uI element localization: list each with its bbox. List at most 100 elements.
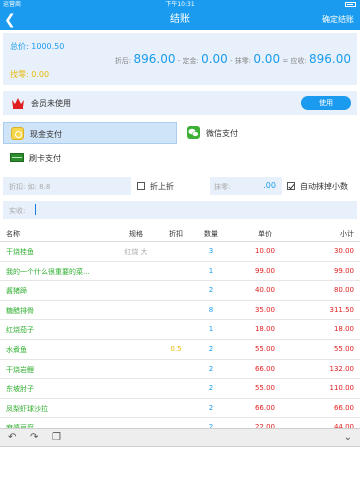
- row-qty: 3: [208, 247, 214, 255]
- table-row[interactable]: 凤梨虾球沙拉 2 66.00 66.00: [0, 399, 360, 419]
- row-name: 水煮鱼: [6, 345, 27, 354]
- row-qty: 2: [208, 364, 214, 373]
- row-qty: 1: [208, 325, 214, 334]
- undo-icon[interactable]: ↶: [8, 432, 16, 443]
- cash-icon: [11, 127, 24, 140]
- row-qty: 2: [208, 344, 214, 353]
- row-name: 干烧岩鲤: [6, 365, 34, 374]
- row-name: 我的一个什么很重要的菜...: [6, 267, 90, 276]
- nav-bar: ❮ 结账 确定结账: [0, 10, 360, 30]
- wipe-input-label: 抹零:: [214, 183, 231, 191]
- paid-amount-input[interactable]: 实收:: [3, 201, 357, 219]
- row-price: 18.00: [254, 325, 276, 334]
- row-price: 99.00: [254, 266, 276, 275]
- header-discount: 折扣: [169, 230, 183, 238]
- row-name: 酱猪蹄: [6, 287, 27, 296]
- row-subtotal: 311.50: [329, 305, 355, 314]
- change-amount: 找零: 0.00: [10, 70, 50, 79]
- row-price: 40.00: [254, 286, 276, 295]
- pay-wechat-label: 微信支付: [206, 129, 238, 138]
- row-subtotal: 80.00: [333, 286, 354, 295]
- discount-placeholder: 折扣: 如: 8.8: [9, 183, 51, 191]
- dismiss-keyboard-icon[interactable]: ⌄: [344, 432, 352, 443]
- row-discount: 0.5: [170, 344, 182, 353]
- row-subtotal: 66.00: [333, 403, 354, 412]
- table-row[interactable]: 干烧桂鱼 红烧 大 3 10.00 30.00: [0, 242, 360, 262]
- row-name: 糖醋排骨: [6, 306, 34, 315]
- wipe-value: 0.00: [253, 52, 281, 66]
- header-qty: 数量: [204, 230, 218, 238]
- row-qty: 2: [208, 286, 214, 295]
- table-row[interactable]: 东坡肘子 2 55.00 110.00: [0, 379, 360, 399]
- row-subtotal: 99.00: [333, 266, 354, 275]
- pay-cash-option[interactable]: 现金支付: [3, 122, 177, 144]
- row-subtotal: 30.00: [333, 247, 354, 255]
- table-row[interactable]: 水煮鱼 0.5 2 55.00 55.00: [0, 340, 360, 360]
- row-qty: 2: [208, 384, 214, 393]
- header-spec: 规格: [129, 230, 143, 238]
- clock: 下午10:31: [165, 1, 195, 8]
- compound-discount-checkbox[interactable]: [137, 182, 145, 190]
- paste-icon[interactable]: ❐: [52, 432, 61, 443]
- deposit-label: - 定金:: [177, 57, 199, 65]
- row-price: 55.00: [254, 384, 276, 393]
- row-price: 10.00: [254, 247, 276, 255]
- amount-formula: 折后: 896.00 - 定金: 0.00 - 抹零: 0.00 = 应收: 8…: [115, 52, 351, 66]
- card-icon: [10, 153, 24, 162]
- due-label: = 应收:: [282, 57, 307, 65]
- row-qty: 2: [208, 403, 214, 412]
- row-subtotal: 110.00: [329, 384, 355, 393]
- pay-wechat-option[interactable]: 微信支付: [180, 122, 357, 144]
- battery-icon: [343, 0, 356, 10]
- row-spec: 红烧 大: [124, 248, 148, 256]
- after-discount-label: 折后:: [114, 57, 132, 65]
- crown-icon: [12, 98, 24, 109]
- discount-input[interactable]: 折扣: 如: 8.8: [3, 177, 131, 195]
- row-name: 凤梨虾球沙拉: [6, 404, 48, 413]
- table-row[interactable]: 我的一个什么很重要的菜... 1 99.00 99.00: [0, 262, 360, 282]
- row-price: 55.00: [254, 344, 276, 353]
- after-discount-value: 896.00: [133, 52, 176, 66]
- auto-wipe-label: 自动抹掉小数: [300, 182, 348, 191]
- row-subtotal: 132.00: [329, 364, 355, 373]
- due-value: 896.00: [309, 52, 351, 66]
- redo-icon[interactable]: ↷: [30, 432, 38, 443]
- member-row: 会员未使用 使用: [3, 91, 357, 115]
- auto-wipe-checkbox[interactable]: [287, 182, 295, 190]
- row-name: 红烧茄子: [6, 326, 34, 335]
- compound-discount-label: 折上折: [150, 182, 174, 191]
- table-header: 名称 规格 折扣 数量 单价 小计: [0, 224, 360, 242]
- table-row[interactable]: 酱猪蹄 2 40.00 80.00: [0, 281, 360, 301]
- checkout-summary: 总价: 1000.50 找零: 0.00 折后: 896.00 - 定金: 0.…: [3, 33, 357, 85]
- keyboard-toolbar: ↶ ↷ ❐ ⌄: [0, 428, 360, 480]
- header-price: 单价: [258, 230, 272, 238]
- status-bar: 运营商 下午10:31: [0, 0, 360, 10]
- deposit-value: 0.00: [201, 52, 228, 66]
- row-qty: 8: [208, 305, 214, 314]
- wipe-input-value: .00: [263, 181, 276, 190]
- row-subtotal: 18.00: [333, 325, 354, 334]
- row-price: 35.00: [254, 305, 276, 314]
- shortcut-bar: ↶ ↷ ❐ ⌄: [0, 429, 360, 447]
- table-row[interactable]: 红烧茄子 1 18.00 18.00: [0, 320, 360, 340]
- wipe-input[interactable]: 抹零: .00: [210, 177, 282, 195]
- pay-cash-label: 现金支付: [30, 130, 62, 139]
- row-price: 66.00: [254, 403, 276, 412]
- wipe-label: - 抹零:: [230, 57, 252, 65]
- row-name: 东坡肘子: [6, 385, 34, 394]
- use-member-button[interactable]: 使用: [301, 96, 351, 110]
- order-table: 名称 规格 折扣 数量 单价 小计 干烧桂鱼 红烧 大 3 10.00 30.00 我的…: [0, 224, 360, 438]
- confirm-checkout-button[interactable]: 确定结账: [322, 10, 354, 30]
- table-row[interactable]: 糖醋排骨 8 35.00 311.50: [0, 301, 360, 321]
- table-body: 干烧桂鱼 红烧 大 3 10.00 30.00 我的一个什么很重要的菜... 1 99.00…: [0, 242, 360, 438]
- header-subtotal: 小计: [340, 230, 354, 238]
- table-row[interactable]: 干烧岩鲤 2 66.00 132.00: [0, 360, 360, 380]
- page-title: 结账: [170, 14, 190, 25]
- row-price: 66.00: [254, 364, 276, 373]
- row-name: 干烧桂鱼: [6, 248, 34, 256]
- paid-label: 实收:: [9, 207, 26, 215]
- pay-card-option[interactable]: 刷卡支付: [3, 147, 177, 169]
- header-name: 名称: [6, 230, 20, 238]
- total-price: 总价: 1000.50: [10, 42, 65, 51]
- pay-card-label: 刷卡支付: [29, 154, 61, 163]
